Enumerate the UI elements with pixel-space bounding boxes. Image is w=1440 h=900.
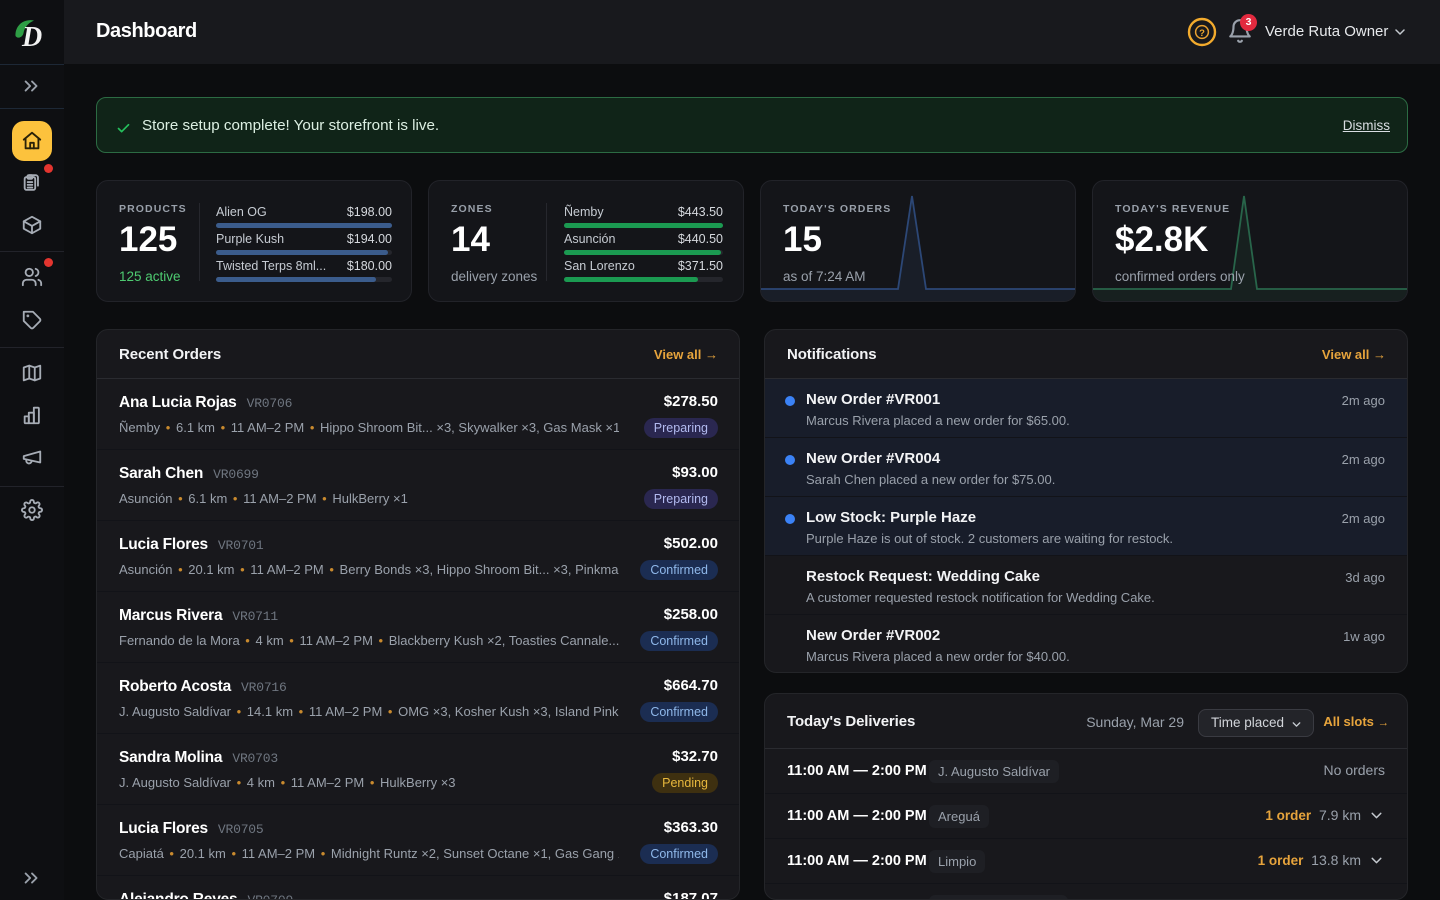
svg-text:D: D — [21, 22, 42, 52]
svg-text:?: ? — [1199, 28, 1205, 39]
